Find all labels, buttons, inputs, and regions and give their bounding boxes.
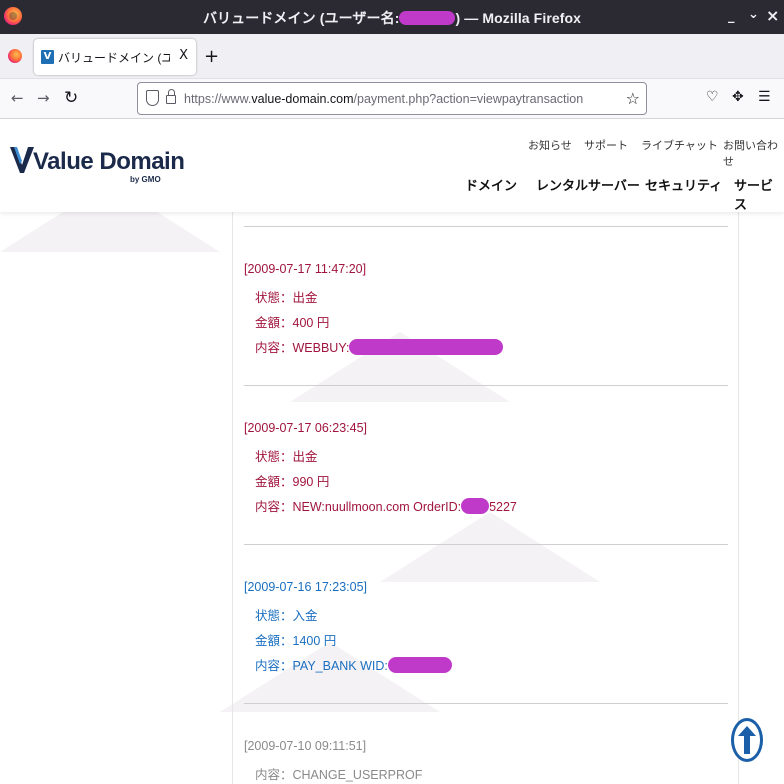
background-watermark	[380, 512, 600, 582]
url-text[interactable]: https://www.value-domain.com/payment.php…	[184, 92, 583, 106]
transaction-detail: 内容：WEBBUY:	[244, 337, 504, 362]
transaction-timestamp: [2009-07-17 06:23:45]	[244, 421, 368, 435]
url-host: value-domain.com	[251, 92, 354, 106]
site-header: Value Domain by GMO お知らせ サポート ライブチャット お問…	[0, 119, 784, 212]
utility-link-live-chat[interactable]: ライブチャット	[641, 137, 718, 153]
transaction-item: [2009-07-17 06:23:45] 状態：出金 金額：990 円 内容：…	[244, 421, 517, 521]
divider	[244, 226, 728, 227]
transaction-amount: 金額：1400 円	[255, 634, 337, 648]
transaction-detail-text: 内容：PAY_BANK WID:	[255, 659, 388, 673]
redaction-mark	[461, 498, 490, 514]
bookmark-star-icon[interactable]: ☆	[626, 89, 640, 108]
nav-services[interactable]: サービス	[734, 175, 784, 213]
transaction-detail: 内容：PAY_BANK WID:	[244, 655, 452, 680]
lock-icon[interactable]	[166, 89, 176, 104]
transaction-detail-text: 内容：NEW:nuullmoon.com OrderID:	[255, 500, 462, 514]
transaction-item: [2009-07-10 09:11:51] 内容：CHANGE_USERPROF	[244, 739, 422, 784]
extensions-icon[interactable]: ✥	[732, 89, 744, 105]
transaction-amount: 金額：400 円	[255, 316, 330, 330]
redaction-mark	[387, 657, 452, 673]
window-title-suffix: ) — Mozilla Firefox	[455, 10, 582, 26]
minimize-button[interactable]: _	[728, 9, 735, 24]
transaction-amount: 金額：990 円	[255, 475, 330, 489]
value-domain-favicon-icon: V	[41, 50, 54, 64]
site-logo-sub: by GMO	[130, 175, 161, 184]
transaction-item: [2009-07-16 17:23:05] 状態：入金 金額：1400 円 内容…	[244, 580, 452, 680]
transaction-timestamp: [2009-07-10 09:11:51]	[244, 739, 367, 753]
nav-rental-server[interactable]: レンタルサーバー	[536, 175, 640, 194]
pocket-icon[interactable]: ♡	[706, 89, 719, 105]
redaction-mark	[399, 11, 456, 25]
transaction-detail-text: 内容：WEBBUY:	[255, 341, 350, 355]
content-border-right	[738, 212, 739, 784]
tab-strip: V バリュードメイン (ユーザー X +	[0, 34, 784, 79]
tab-label: バリュードメイン (ユーザー	[58, 51, 170, 65]
transaction-timestamp: [2009-07-17 11:47:20]	[244, 262, 367, 276]
transaction-detail: 内容：NEW:nuullmoon.com OrderID: 5227	[244, 496, 517, 521]
window-title: バリュードメイン (ユーザー名: ) — Mozilla Firefox	[0, 8, 784, 28]
shield-icon[interactable]	[146, 90, 159, 106]
scroll-to-top-icon	[738, 726, 756, 754]
divider	[244, 703, 728, 704]
new-tab-button[interactable]: +	[204, 46, 219, 67]
value-domain-logo-icon[interactable]	[10, 147, 34, 173]
back-icon[interactable]: ←	[11, 89, 24, 107]
transaction-status: 状態：入金	[255, 609, 318, 623]
site-logo-text[interactable]: Value Domain	[33, 148, 185, 176]
tab-value-domain[interactable]: V バリュードメイン (ユーザー X	[34, 39, 196, 75]
firefox-view-icon[interactable]	[8, 49, 22, 63]
transaction-detail: 内容：CHANGE_USERPROF	[255, 768, 423, 782]
scroll-to-top-button[interactable]	[731, 718, 763, 762]
nav-security[interactable]: セキュリティ	[645, 175, 722, 194]
url-path: /payment.php?action=viewpaytransaction	[353, 92, 584, 106]
address-bar[interactable]: https://www.value-domain.com/payment.php…	[137, 82, 647, 115]
transaction-status: 状態：出金	[255, 450, 318, 464]
close-window-button[interactable]: ×	[766, 6, 779, 25]
navigation-toolbar: ← → ↻ https://www.value-domain.com/payme…	[0, 79, 784, 119]
window-titlebar: バリュードメイン (ユーザー名:) — Mozilla Firefox _ ⌄ …	[0, 0, 784, 34]
content-border-left	[232, 212, 233, 784]
transaction-detail-tail: 5227	[489, 500, 517, 514]
menu-icon[interactable]: ☰	[758, 89, 771, 105]
url-scheme: https://www.	[184, 92, 252, 106]
redaction-mark	[349, 339, 504, 355]
nav-domain[interactable]: ドメイン	[465, 175, 517, 194]
transaction-item: [2009-07-17 11:47:20] 状態：出金 金額：400 円 内容：…	[244, 262, 504, 362]
utility-link-news[interactable]: お知らせ	[528, 137, 572, 153]
reload-icon[interactable]: ↻	[64, 88, 78, 108]
background-watermark	[0, 212, 220, 252]
divider	[244, 544, 728, 545]
utility-link-support[interactable]: サポート	[584, 137, 628, 153]
forward-icon[interactable]: →	[37, 89, 50, 107]
window-title-prefix: バリュードメイン (ユーザー名:	[202, 10, 400, 26]
restore-button[interactable]: ⌄	[748, 7, 759, 22]
transaction-history[interactable]: [2009-07-17 11:47:20] 状態：出金 金額：400 円 内容：…	[0, 212, 784, 784]
transaction-status: 状態：出金	[255, 291, 318, 305]
close-tab-button[interactable]: X	[179, 48, 188, 63]
transaction-timestamp: [2009-07-16 17:23:05]	[244, 580, 368, 594]
divider	[244, 385, 728, 386]
utility-link-contact[interactable]: お問い合わせ	[723, 137, 784, 169]
